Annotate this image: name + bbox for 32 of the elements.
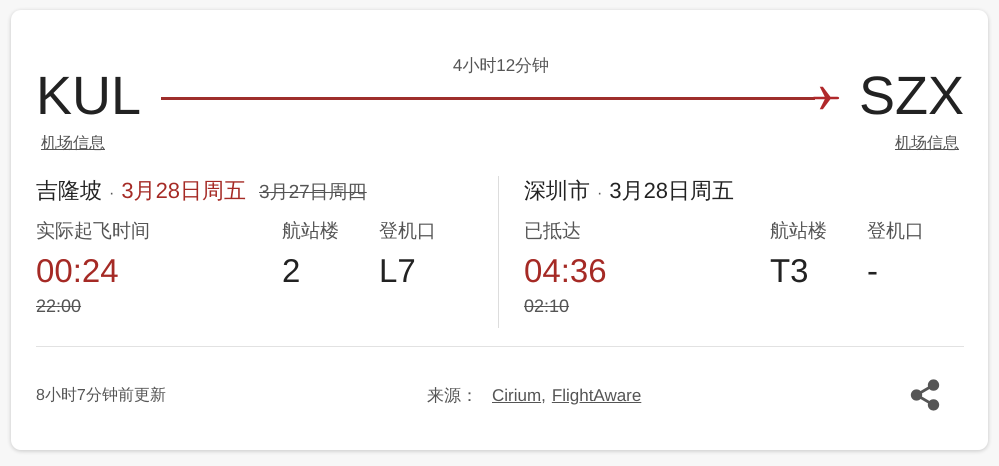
status-label: 已抵达 [524, 220, 582, 244]
airport-info-link[interactable]: 机场信息 [41, 133, 105, 154]
share-icon[interactable] [908, 378, 942, 412]
source-label: 来源： [427, 384, 478, 406]
flight-date: 3月28日周五 [609, 177, 734, 205]
airport-code: SZX [858, 65, 964, 127]
gate-value: L7 [379, 252, 417, 290]
source-link[interactable]: Cirium [492, 386, 542, 406]
flight-time: 04:36 [524, 252, 608, 290]
gate-label: 登机口 [379, 220, 437, 244]
terminal-value: 2 [282, 252, 302, 290]
gate-value: - [867, 252, 879, 290]
city-name: 深圳市 [524, 177, 590, 205]
airport-info-link[interactable]: 机场信息 [895, 133, 959, 154]
flight-date: 3月28日周五 [121, 177, 246, 205]
scheduled-time: 22:00 [36, 296, 82, 316]
airport-code: KUL [36, 65, 142, 127]
flight-duration: 4小时12分钟 [452, 55, 550, 77]
flight-time: 00:24 [36, 252, 120, 290]
terminal-label: 航站楼 [770, 220, 828, 244]
gate-label: 登机口 [867, 220, 925, 244]
source-link[interactable]: FlightAware [552, 386, 642, 406]
original-date: 3月27日周四 [259, 181, 367, 205]
separator-dot: · [109, 185, 114, 203]
city-name: 吉隆坡 [36, 177, 102, 205]
update-time: 8小时7分钟前更新 [36, 386, 167, 406]
terminal-label: 航站楼 [282, 220, 340, 244]
separator-dot: · [597, 185, 602, 203]
source-separator: , [541, 386, 546, 406]
terminal-value: T3 [770, 252, 810, 290]
scheduled-time: 02:10 [524, 296, 570, 316]
status-label: 实际起飞时间 [36, 220, 151, 244]
